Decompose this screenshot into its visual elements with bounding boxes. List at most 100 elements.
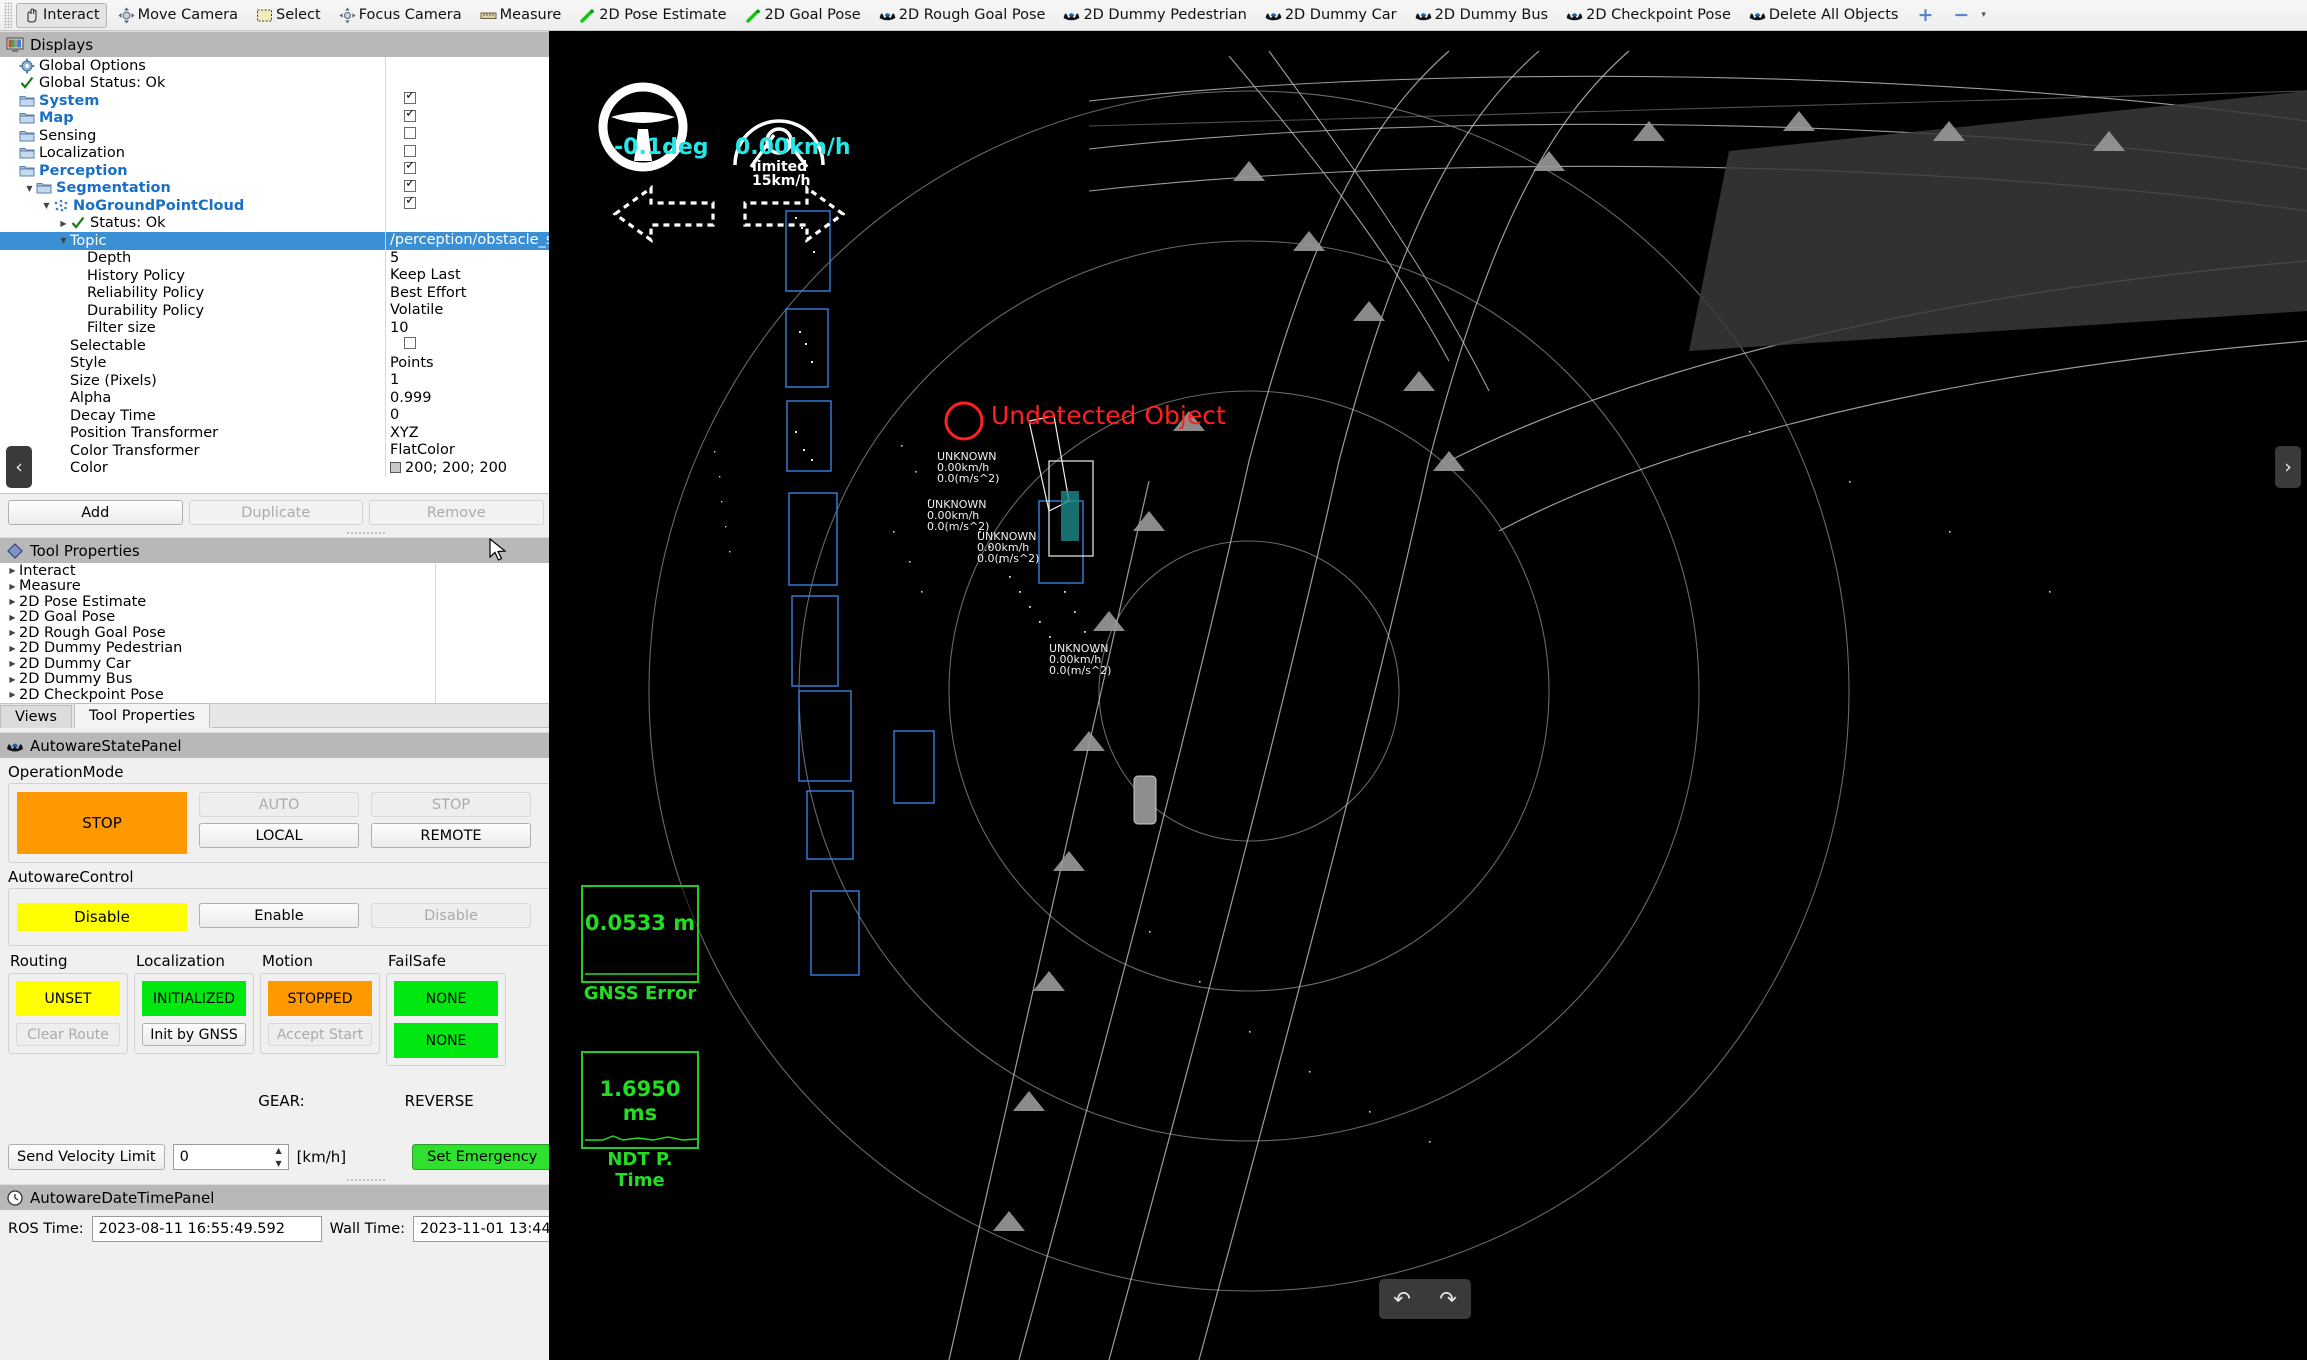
chevron-right-icon[interactable] [6,690,19,699]
status-column-label: Localization [134,950,254,973]
green-arrow-icon [579,7,596,24]
toolbar-overflow-icon[interactable]: ▾ [1979,10,1986,20]
ego-vehicle [1134,776,1156,824]
folder-icon [19,110,35,126]
toolbar-button-focus-camera[interactable]: Focus Camera [332,3,469,28]
toolbar-button-2d-dummy-bus[interactable]: 2D Dummy Bus [1408,3,1556,28]
status-column-label: Routing [8,950,128,973]
display-visibility-checkbox[interactable] [404,110,416,122]
chevron-down-icon[interactable] [40,201,53,210]
render-view-3d[interactable]: -0.1deg 0.00km/h limited 15km/h Undetect… [549,31,2307,1360]
toolbar-button-2d-dummy-car[interactable]: 2D Dummy Car [1258,3,1404,28]
expand-right-panel-handle[interactable]: › [2275,446,2301,488]
toolbar-grip[interactable] [4,2,12,28]
display-visibility-checkbox[interactable] [404,127,416,139]
toolbar-button-2d-dummy-pedestrian[interactable]: 2D Dummy Pedestrian [1056,3,1253,28]
chevron-down-icon[interactable] [23,184,36,193]
ros-time-label: ROS Time: [8,1221,84,1237]
collapse-left-panel-handle[interactable]: ‹ [6,446,32,488]
chevron-right-icon[interactable] [6,566,19,575]
control-disable-button[interactable]: Disable [371,903,531,928]
status-column-box: INITIALIZEDInit by GNSS [134,973,254,1054]
spinner-arrows-icon[interactable]: ▲▼ [272,1147,286,1168]
op-auto-button[interactable]: AUTO [199,792,359,817]
toolbar-button-label: Move Camera [138,7,238,23]
object-accel-label: 0.0(m/s^2) [1049,665,1111,676]
status-column-motion: MotionSTOPPEDAccept Start [260,950,380,1066]
rotate-right-icon[interactable]: ↷ [1439,1287,1457,1311]
toolbar-button-2d-goal-pose[interactable]: 2D Goal Pose [738,3,868,28]
duplicate-display-button[interactable]: Duplicate [189,500,364,525]
display-row-label: Reliability Policy [87,285,204,301]
toolbar-button-2d-rough-goal-pose[interactable]: 2D Rough Goal Pose [872,3,1053,28]
color-swatch[interactable] [390,462,401,473]
ros-time-value[interactable]: 2023-08-11 16:55:49.592 [92,1216,322,1242]
remove-display-button[interactable]: Remove [369,500,544,525]
tool-list-column-divider [435,563,436,703]
chevron-right-icon[interactable] [6,675,19,684]
control-enable-button[interactable]: Enable [199,903,359,928]
display-row-label: NoGroundPointCloud [73,198,244,214]
display-visibility-checkbox[interactable] [404,145,416,157]
rotate-left-icon[interactable]: ↶ [1393,1287,1411,1311]
toolbar-button-delete-all-objects[interactable]: Delete All Objects [1742,3,1906,28]
ndt-time-sparkline [583,1116,697,1146]
toolbar-button-move-camera[interactable]: Move Camera [111,3,245,28]
tool-property-label: 2D Goal Pose [19,609,115,625]
display-visibility-checkbox[interactable] [404,180,416,192]
display-row-label: Color [70,460,108,476]
status-column-box: STOPPEDAccept Start [260,973,380,1054]
display-value-text: 0.999 [390,390,432,406]
display-value-text: Keep Last [390,267,461,283]
display-visibility-checkbox[interactable] [404,162,416,174]
display-value-text: 5 [390,250,399,266]
display-row-label: Segmentation [56,180,171,196]
object-label: UNKNOWN0.00km/h0.0(m/s^2) [977,531,1039,564]
op-remote-button[interactable]: REMOTE [371,823,531,848]
autoware-icon [1063,7,1080,24]
add-display-button[interactable]: Add [8,500,183,525]
velocity-limit-input[interactable]: 0 ▲▼ [173,1144,289,1170]
display-row-label: Global Status: Ok [39,75,165,91]
status-badge-secondary: NONE [394,1023,498,1058]
add-tool-button[interactable]: + [1908,4,1944,26]
dock-tab-views[interactable]: Views [0,705,72,728]
display-row-label: Perception [39,163,128,179]
chevron-right-icon[interactable] [6,644,19,653]
toolbar-button-select[interactable]: Select [249,3,328,28]
remove-tool-button[interactable]: − [1943,4,1979,26]
main-toolbar: Interact Move Camera SelectFocus CameraMea… [0,0,2307,31]
set-emergency-button[interactable]: Set Emergency [412,1144,552,1170]
chevron-right-icon[interactable] [57,219,70,228]
display-row-label: Map [39,110,74,126]
gear-label: GEAR: [258,1092,304,1110]
chevron-right-icon[interactable] [6,628,19,637]
object-label: UNKNOWN0.00km/h0.0(m/s^2) [1049,643,1111,676]
chevron-right-icon[interactable] [6,582,19,591]
op-local-button[interactable]: LOCAL [199,823,359,848]
display-visibility-checkbox[interactable] [404,197,416,209]
display-row-label: Sensing [39,128,96,144]
gnss-error-value: 0.0533 m [583,911,697,935]
status-column-action-button[interactable]: Accept Start [268,1023,372,1046]
toolbar-button-interact[interactable]: Interact [16,3,107,28]
display-visibility-checkbox[interactable] [404,92,416,104]
toolbar-button-2d-pose-estimate[interactable]: 2D Pose Estimate [572,3,733,28]
chevron-right-icon[interactable] [6,659,19,668]
send-velocity-limit-button[interactable]: Send Velocity Limit [8,1144,165,1170]
chevron-down-icon[interactable] [57,236,70,245]
status-column-action-button[interactable]: Init by GNSS [142,1023,246,1046]
chevron-right-icon[interactable] [6,613,19,622]
display-row-label: Decay Time [70,408,156,424]
display-value-text: FlatColor [390,442,455,458]
toolbar-button-label: Delete All Objects [1769,7,1899,23]
display-value-text: 10 [390,320,408,336]
chevron-right-icon[interactable] [6,597,19,606]
display-visibility-checkbox[interactable] [404,337,416,349]
op-stop-button[interactable]: STOP [371,792,531,817]
view-rotate-controls[interactable]: ↶ ↷ [1379,1279,1471,1319]
dock-tab-tool-properties[interactable]: Tool Properties [74,703,210,728]
status-column-action-button[interactable]: Clear Route [16,1023,120,1046]
toolbar-button-measure[interactable]: Measure [473,3,569,28]
toolbar-button-2d-checkpoint-pose[interactable]: 2D Checkpoint Pose [1559,3,1738,28]
